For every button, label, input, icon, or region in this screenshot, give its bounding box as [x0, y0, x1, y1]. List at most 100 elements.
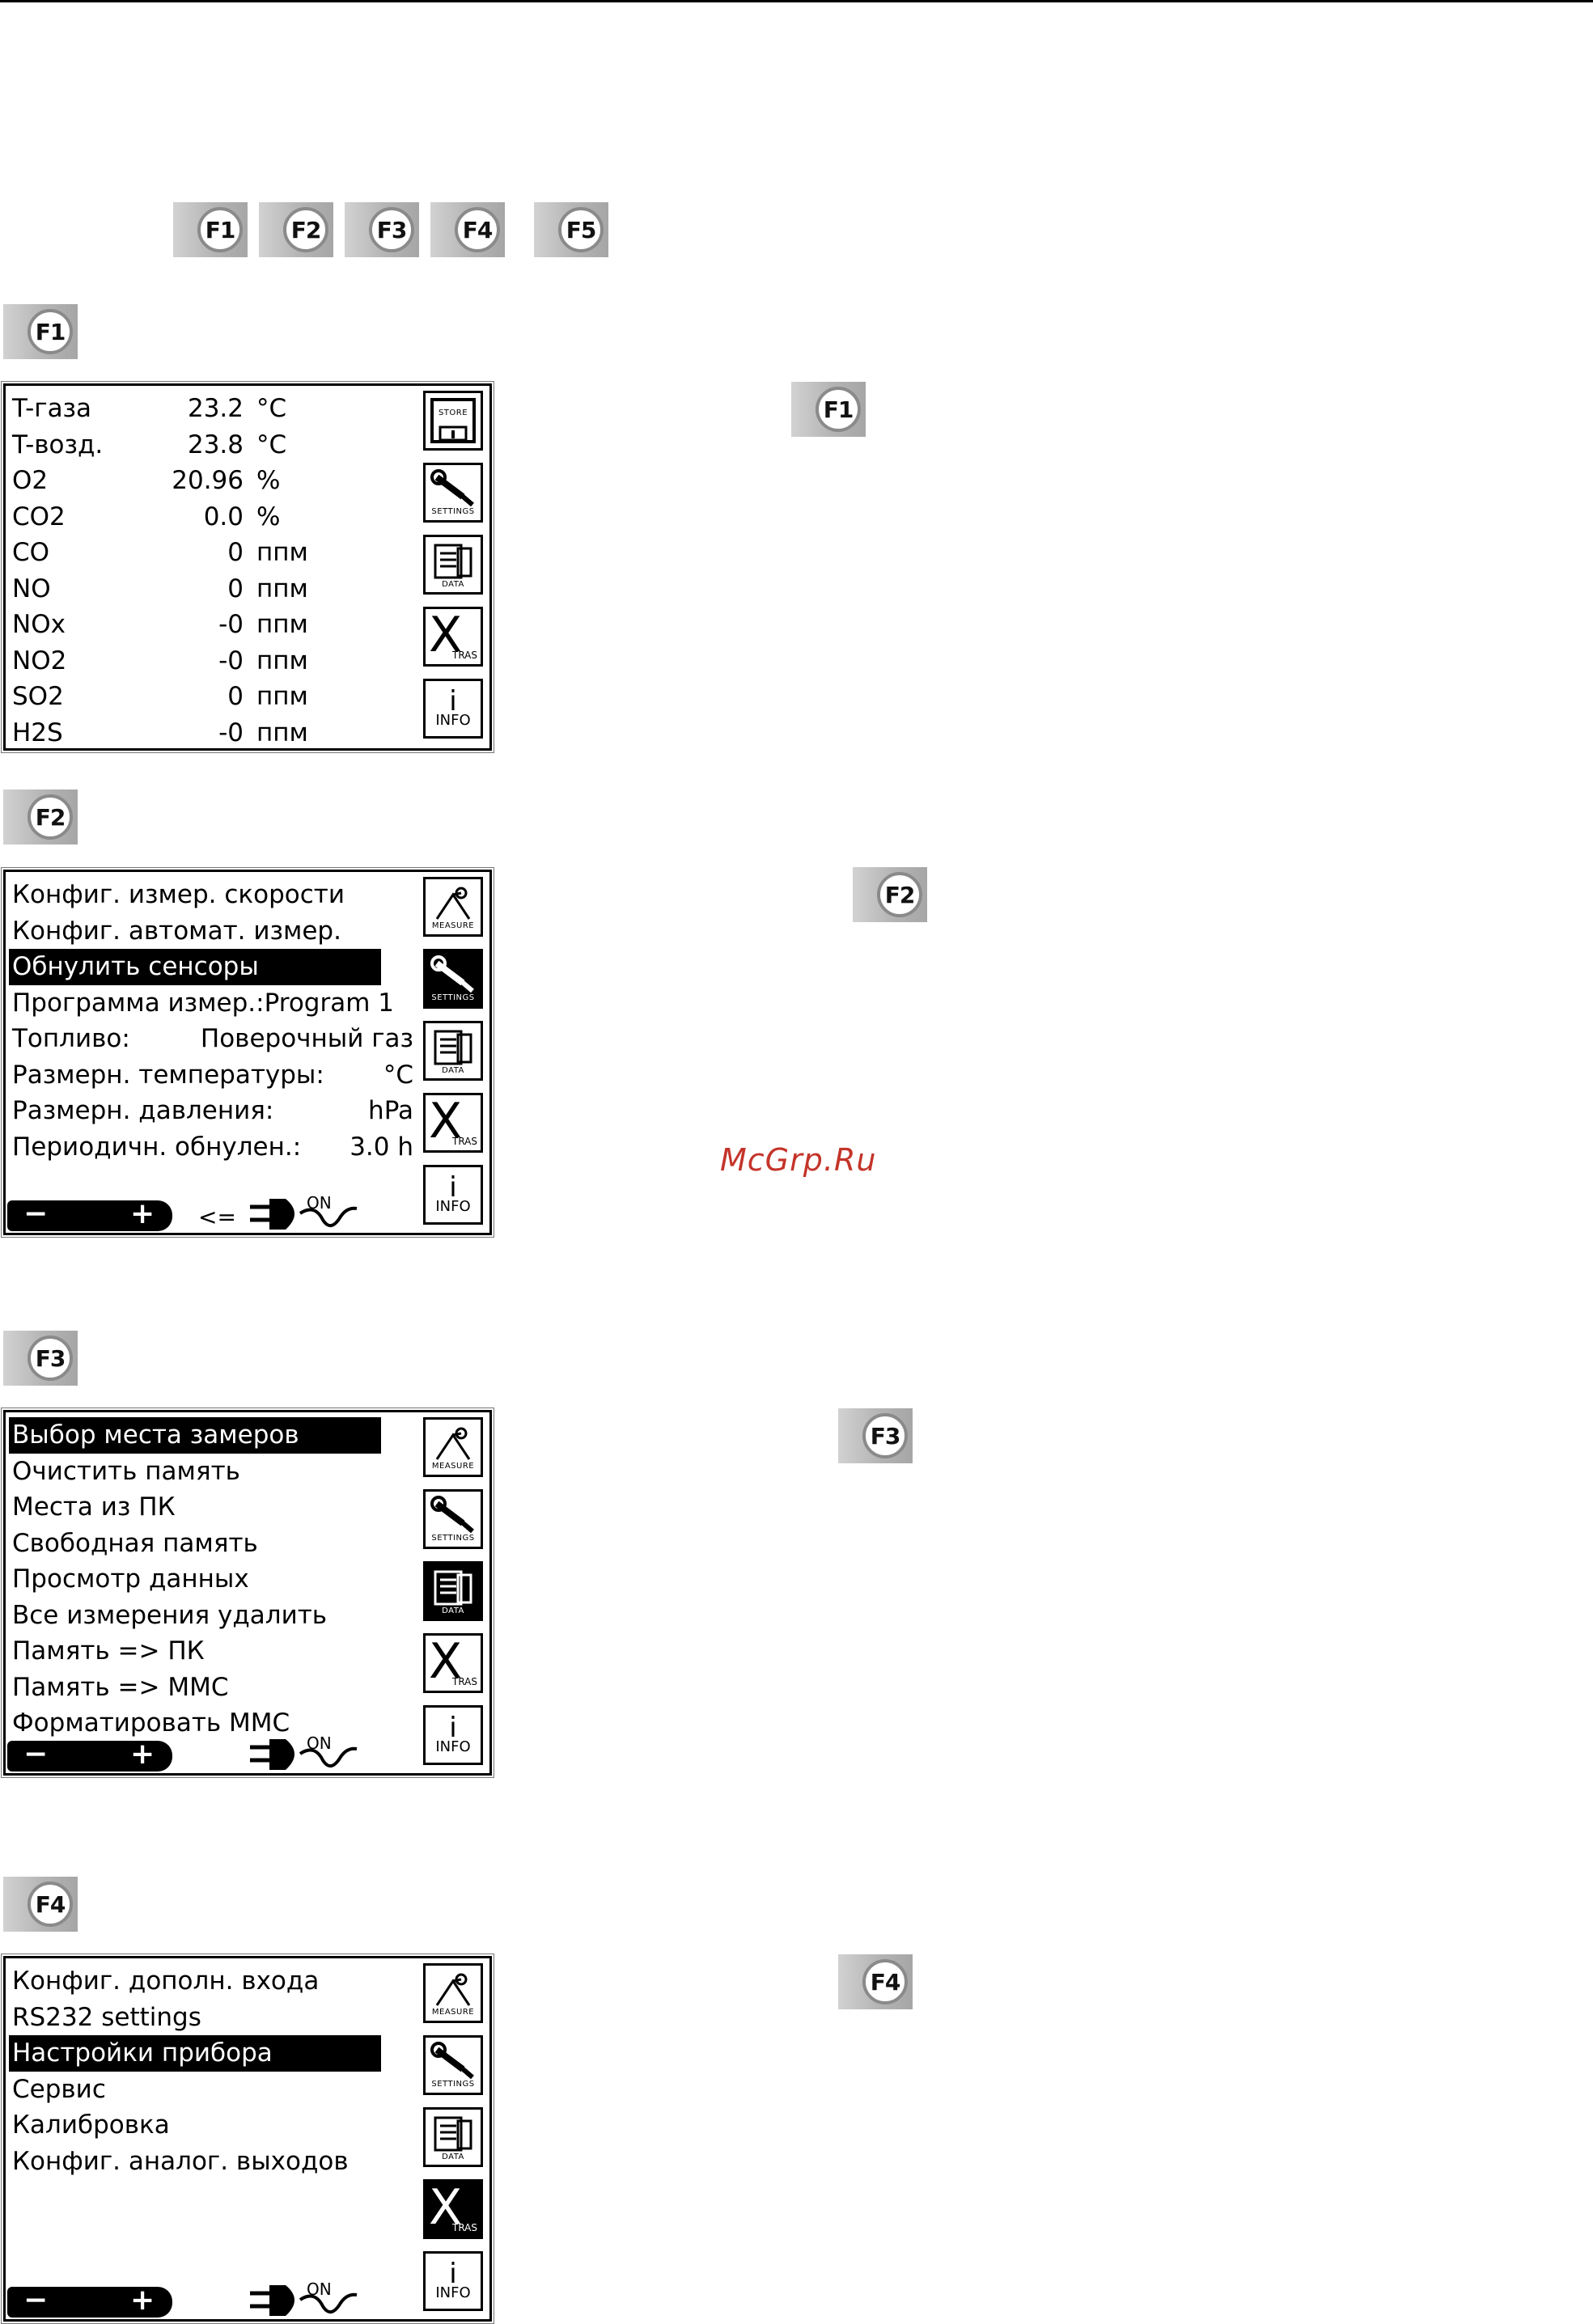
menu-item-measure-program[interactable]: Программа измер.:Program 1: [9, 985, 415, 1022]
f2-key-label: F2: [283, 207, 328, 252]
menu-item-rs232-settings[interactable]: RS232 settings: [9, 2000, 415, 2036]
minus-plus-control[interactable]: − +: [7, 2286, 172, 2318]
measurement-value: 0: [227, 538, 244, 567]
measure-softkey[interactable]: MEASURE: [423, 877, 483, 937]
zero-interval-value: 3.0 h: [350, 1132, 413, 1162]
measurement-value: -0: [218, 646, 244, 675]
minus-plus-control[interactable]: − +: [7, 1740, 172, 1772]
data-softkey[interactable]: DATA: [423, 1021, 483, 1081]
settings-softkey[interactable]: SETTINGS: [423, 463, 483, 523]
data-softkey-label: DATA: [442, 1066, 464, 1075]
data-softkey[interactable]: DATA: [423, 535, 483, 595]
top-rule: [0, 0, 1593, 2]
menu-item-auto-measure-config[interactable]: Конфиг. автомат. измер.: [9, 913, 415, 950]
menu-item-calibration[interactable]: Калибровка: [9, 2107, 415, 2144]
measurement-name: H2S: [12, 718, 63, 747]
temperature-unit-value: °C: [383, 1060, 413, 1090]
f3-bottom-bar: − + ON: [7, 1736, 412, 1772]
data-softkey-active[interactable]: DATA: [423, 1561, 483, 1621]
menu-item-delete-all[interactable]: Все измерения удалить: [9, 1598, 415, 1634]
menu-item-memory-to-mmc[interactable]: Память => MMC: [9, 1670, 415, 1706]
info-icon: i: [449, 2258, 457, 2290]
menu-item-fuel[interactable]: Топливо: Поверочный газ: [9, 1021, 415, 1057]
info-softkey[interactable]: i INFO: [423, 2251, 483, 2311]
on-label: ON: [307, 2282, 332, 2299]
f2-softkey-column: MEASURE SETTINGS DATA X TRAS i INFO: [423, 877, 485, 1237]
menu-item-sites-from-pc[interactable]: Места из ПК: [9, 1489, 415, 1526]
info-softkey[interactable]: i INFO: [423, 1705, 483, 1765]
menu-item-select-site[interactable]: Выбор места замеров: [9, 1417, 381, 1454]
f1-section-key-label: F1: [28, 309, 73, 354]
info-softkey-label: INFO: [435, 1738, 471, 1755]
info-softkey-label: INFO: [435, 2284, 471, 2301]
measurement-value: 0: [227, 682, 244, 711]
f3-softkey-column: MEASURE SETTINGS DATA X TRAS i INFO: [423, 1417, 485, 1777]
measurement-row: O2 20.96%: [9, 463, 415, 499]
f1-side-key-label: F1: [816, 387, 861, 432]
info-softkey[interactable]: i INFO: [423, 1165, 483, 1225]
menu-item-free-memory[interactable]: Свободная память: [9, 1526, 415, 1562]
f4-menu-list: Конфиг. дополн. входа RS232 settings Нас…: [9, 1963, 415, 2179]
menu-item-zero-interval[interactable]: Периодичн. обнулен.: 3.0 h: [9, 1129, 415, 1166]
minus-plus-control[interactable]: − +: [7, 1200, 172, 1231]
pressure-unit-value: hPa: [368, 1096, 413, 1125]
settings-softkey-active[interactable]: SETTINGS: [423, 949, 483, 1009]
menu-item-zero-sensors[interactable]: Обнулить сенсоры: [9, 949, 381, 985]
extras-softkey-active[interactable]: X TRAS: [423, 2179, 483, 2239]
menu-item-device-settings[interactable]: Настройки прибора: [9, 2035, 381, 2072]
measure-softkey[interactable]: MEASURE: [423, 1417, 483, 1477]
f5-key-button[interactable]: F5: [534, 202, 608, 257]
probe-icon: [435, 1427, 471, 1460]
minus-button[interactable]: −: [23, 1740, 48, 1769]
clipboard-data-icon: [434, 544, 472, 579]
measure-softkey[interactable]: MEASURE: [423, 1963, 483, 2023]
wrench-icon: [430, 955, 474, 993]
f3-section-key: F3: [3, 1331, 78, 1386]
f2-side-key-label: F2: [877, 872, 922, 917]
f2-side-key: F2: [853, 867, 927, 922]
settings-softkey[interactable]: SETTINGS: [423, 2035, 483, 2095]
extras-softkey-label: TRAS: [451, 1676, 477, 1687]
plus-button[interactable]: +: [130, 1740, 155, 1769]
menu-item-analog-output-config[interactable]: Конфиг. аналог. выходов: [9, 2144, 415, 2180]
extras-softkey[interactable]: X TRAS: [423, 1633, 483, 1693]
watermark-text: McGrp.Ru: [720, 1142, 877, 1178]
power-plug-icon: ON: [250, 1196, 358, 1230]
data-softkey[interactable]: DATA: [423, 2107, 483, 2167]
measurement-row: NOx -0 ппм: [9, 607, 415, 643]
menu-item-pressure-unit[interactable]: Размерн. давления: hPa: [9, 1093, 415, 1129]
plus-button[interactable]: +: [130, 1200, 155, 1229]
f2-menu-list: Конфиг. измер. скорости Конфиг. автомат.…: [9, 877, 415, 1165]
settings-softkey[interactable]: SETTINGS: [423, 1489, 483, 1549]
f4-side-key-label: F4: [862, 1959, 908, 2004]
menu-item-clear-memory[interactable]: Очистить память: [9, 1454, 415, 1490]
info-softkey[interactable]: i INFO: [423, 679, 483, 739]
minus-button[interactable]: −: [23, 1200, 48, 1229]
extras-softkey[interactable]: X TRAS: [423, 1093, 483, 1153]
power-plug-icon: ON: [250, 1736, 358, 1770]
data-softkey-label: DATA: [442, 2153, 464, 2161]
extras-softkey[interactable]: X TRAS: [423, 607, 483, 667]
back-arrow[interactable]: <=: [198, 1204, 236, 1230]
plus-button[interactable]: +: [130, 2286, 155, 2315]
settings-softkey-label: SETTINGS: [431, 2080, 475, 2089]
on-label: ON: [307, 1196, 332, 1213]
store-softkey[interactable]: STORE: [423, 391, 483, 451]
minus-button[interactable]: −: [23, 2286, 48, 2315]
f2-key-button[interactable]: F2: [259, 202, 333, 257]
f3-menu-list: Выбор места замеров Очистить память Мест…: [9, 1417, 415, 1742]
measurement-name: CO: [12, 538, 50, 567]
f3-key-button[interactable]: F3: [345, 202, 419, 257]
menu-item-extra-input-config[interactable]: Конфиг. дополн. входа: [9, 1963, 415, 2000]
menu-item-view-data[interactable]: Просмотр данных: [9, 1561, 415, 1598]
clipboard-data-icon: [434, 1570, 472, 1606]
menu-item-service[interactable]: Сервис: [9, 2072, 415, 2108]
menu-item-temperature-unit[interactable]: Размерн. температуры: °C: [9, 1057, 415, 1094]
wrench-icon: [430, 1496, 474, 1534]
f4-key-button[interactable]: F4: [430, 202, 505, 257]
f1-measurement-screen: T-газа 23.2 °C T-возд. 23.8 °C O2 20.96% CO2 0…: [1, 381, 494, 753]
menu-item-velocity-config[interactable]: Конфиг. измер. скорости: [9, 877, 415, 913]
measurement-name: CO2: [12, 502, 66, 531]
f1-key-button[interactable]: F1: [173, 202, 248, 257]
menu-item-memory-to-pc[interactable]: Память => ПК: [9, 1633, 415, 1670]
